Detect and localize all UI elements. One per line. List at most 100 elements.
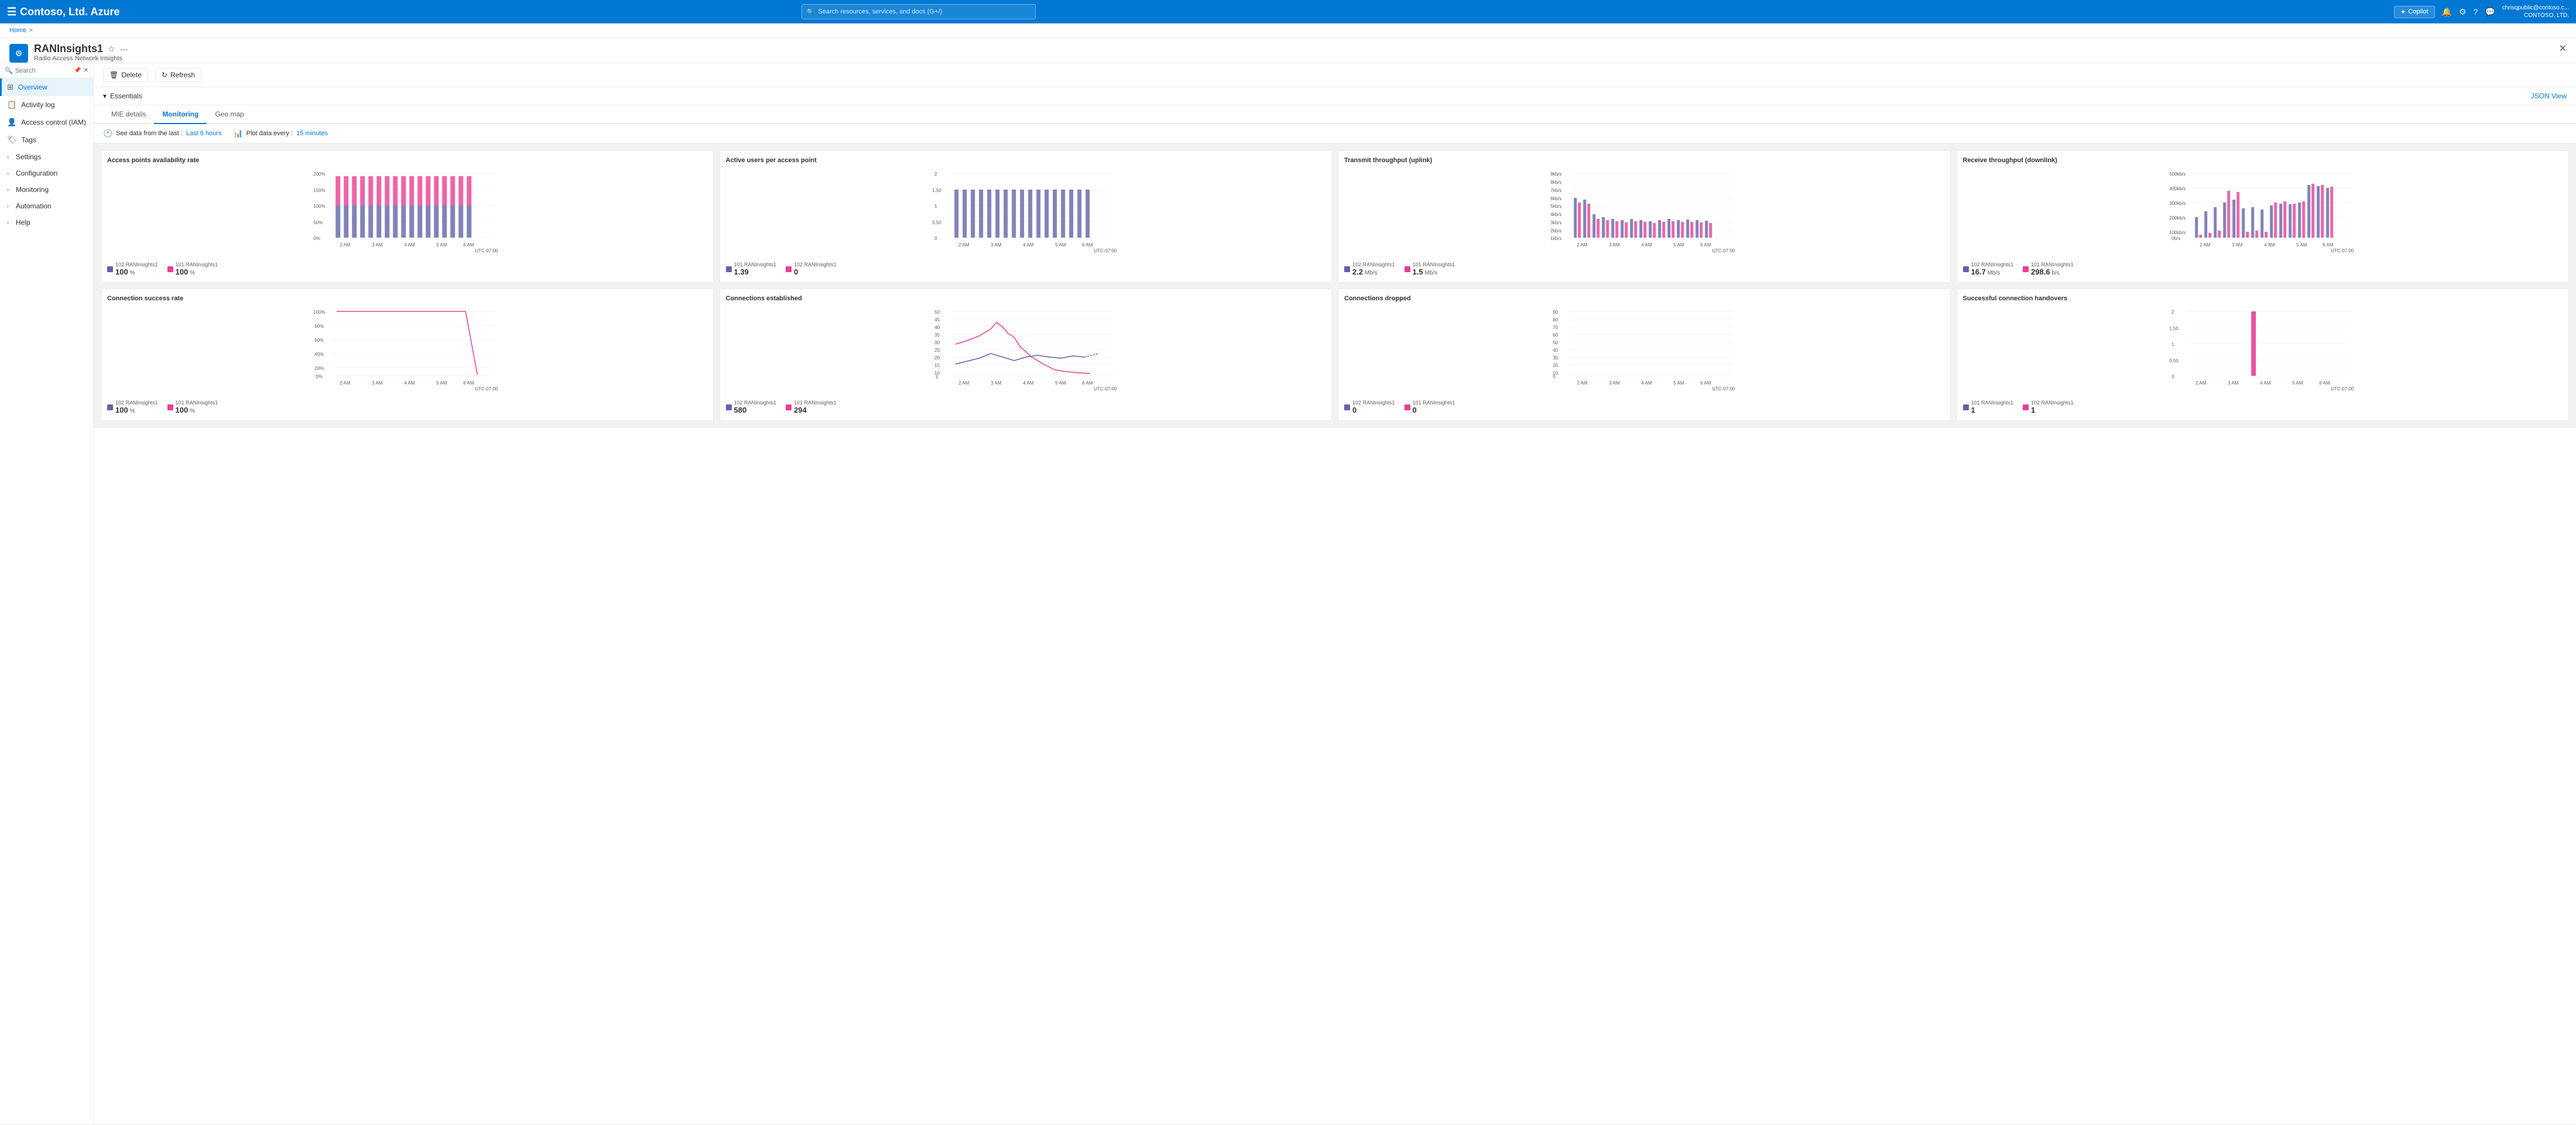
- legend-color-2-1: [1405, 266, 1410, 272]
- svg-text:20%: 20%: [314, 366, 324, 371]
- legend-val-0-1: 100: [176, 267, 189, 276]
- copilot-label: Copilot: [2408, 8, 2428, 15]
- star-icon[interactable]: ☆: [108, 44, 115, 54]
- sidebar-search-close[interactable]: ✕: [84, 67, 88, 74]
- legend-item-2-1: 101 RANInsights1 1.5 Mb/s: [1405, 262, 1455, 276]
- sidebar-item-help[interactable]: › Help: [0, 214, 93, 231]
- svg-text:4kb/s: 4kb/s: [1550, 212, 1561, 217]
- sidebar-label-overview: Overview: [18, 83, 47, 91]
- sidebar-search-input[interactable]: [15, 67, 71, 74]
- sidebar-label-settings: Settings: [16, 153, 41, 161]
- legend-color-7-1: [2023, 404, 2029, 410]
- svg-text:50: 50: [934, 310, 940, 315]
- legend-4: 102 RANInsights1 100 % 101 RANInsights1 …: [107, 396, 707, 414]
- sidebar-item-overview[interactable]: ⊞ Overview: [0, 78, 93, 96]
- legend-val-6-1: 0: [1413, 406, 1417, 414]
- toolbar: 🗑 Delete ↻ Refresh: [94, 63, 2576, 87]
- svg-text:UTC-07:00: UTC-07:00: [2331, 248, 2354, 253]
- plot-data-value[interactable]: 15 minutes: [296, 130, 328, 137]
- sidebar-label-automation: Automation: [16, 202, 52, 210]
- sidebar-search-pin[interactable]: 📌: [74, 67, 81, 74]
- delete-button[interactable]: 🗑 Delete: [103, 68, 148, 82]
- tab-monitoring[interactable]: Monitoring: [154, 105, 207, 124]
- chart-active-users: Active users per access point 2 1.50 1 0…: [720, 150, 1332, 283]
- svg-text:50%: 50%: [313, 220, 323, 225]
- legend-2: 102 RANInsights1 2.2 Mb/s 101 RANInsight…: [1344, 258, 1944, 276]
- svg-text:30: 30: [934, 340, 940, 345]
- svg-text:3 AM: 3 AM: [2228, 380, 2239, 386]
- plot-data-label: Plot data every :: [246, 130, 293, 137]
- breadcrumb: Home >: [0, 23, 2576, 38]
- legend-color-6-0: [1344, 404, 1350, 410]
- svg-text:6 AM: 6 AM: [1082, 242, 1093, 248]
- tab-mie-details[interactable]: MIE details: [103, 105, 154, 124]
- breadcrumb-sep: >: [29, 27, 32, 34]
- see-data-value[interactable]: Last 6 hours: [186, 130, 222, 137]
- refresh-button[interactable]: ↻ Refresh: [155, 68, 201, 82]
- sidebar-item-tags[interactable]: 🏷 Tags: [0, 131, 93, 149]
- resource-subtitle: Radio Access Network Insights: [34, 55, 128, 62]
- svg-text:3 AM: 3 AM: [1609, 380, 1620, 386]
- legend-val-1-0: 1.39: [734, 267, 749, 276]
- legend-color-4-0: [107, 404, 113, 410]
- json-view-link[interactable]: JSON View: [2531, 92, 2567, 100]
- tab-geo-map[interactable]: Geo map: [207, 105, 252, 124]
- sidebar-item-configuration[interactable]: › Configuration: [0, 165, 93, 181]
- chart-area-6: 90 80 70 60 50 40 30 20 10 0 2 AM 3 AM 4…: [1344, 306, 1944, 396]
- breadcrumb-home[interactable]: Home: [9, 27, 26, 34]
- legend-item-7-0: 101 RANInsights1 1: [1963, 400, 2014, 414]
- legend-unit-3-1: b/s: [2051, 270, 2059, 276]
- notifications-icon[interactable]: 🔔: [2442, 7, 2452, 17]
- svg-text:6 AM: 6 AM: [1082, 380, 1093, 386]
- content-area: 🗑 Delete ↻ Refresh ▾ Essentials JSON Vie…: [94, 63, 2576, 1124]
- legend-color-6-1: [1405, 404, 1410, 410]
- delete-label: Delete: [121, 71, 142, 79]
- sidebar-item-automation[interactable]: › Automation: [0, 198, 93, 214]
- chart-area-7: 2 1.50 1 0.50 0 2 AM 3 AM 4 AM 5 AM 6 AM…: [1963, 306, 2563, 396]
- chart-title-3: Receive throughput (downlink): [1963, 157, 2563, 164]
- configuration-expand-icon: ›: [7, 170, 9, 176]
- help-icon[interactable]: ?: [2474, 7, 2478, 16]
- user-info[interactable]: chrisqpublic@contoso.c... CONTOSO, LTD.: [2502, 4, 2569, 19]
- svg-text:5 AM: 5 AM: [436, 242, 447, 248]
- svg-text:50: 50: [1553, 340, 1558, 345]
- svg-text:100%: 100%: [313, 310, 325, 315]
- svg-text:0: 0: [934, 236, 937, 241]
- sidebar-item-activity-log[interactable]: 📋 Activity log: [0, 96, 93, 114]
- sidebar-item-monitoring[interactable]: › Monitoring: [0, 181, 93, 198]
- legend-3: 102 RANInsights1 16.7 Mb/s 101 RANInsigh…: [1963, 258, 2563, 276]
- svg-text:UTC-07:00: UTC-07:00: [475, 386, 498, 392]
- svg-text:2: 2: [2171, 310, 2174, 315]
- chart-area-5: 50 45 40 35 30 25 20 15 10 5: [726, 306, 1326, 396]
- legend-item-6-0: 102 RANInsights1 0: [1344, 400, 1395, 414]
- tab-mie-details-label: MIE details: [111, 110, 146, 118]
- svg-text:2 AM: 2 AM: [2195, 380, 2207, 386]
- close-icon[interactable]: ✕: [2559, 43, 2567, 54]
- top-bar: ☰ Contoso, Ltd. Azure 🔍 Search resources…: [0, 0, 2576, 23]
- top-bar-right: ✦ Copilot 🔔 ⚙ ? 💬 chrisqpublic@contoso.c…: [2394, 4, 2569, 19]
- svg-text:5 AM: 5 AM: [2292, 380, 2303, 386]
- svg-text:6kb/s: 6kb/s: [1550, 196, 1561, 201]
- legend-color-3-1: [2023, 266, 2029, 272]
- sidebar-item-access-control[interactable]: 👤 Access control (IAM): [0, 114, 93, 131]
- legend-5: 102 RANInsights1 580 101 RANInsights1 29…: [726, 396, 1326, 414]
- copilot-button[interactable]: ✦ Copilot: [2394, 6, 2434, 18]
- global-search[interactable]: 🔍 Search resources, services, and docs (…: [801, 4, 1036, 19]
- svg-text:4 AM: 4 AM: [1641, 242, 1652, 248]
- legend-unit-0-1: %: [190, 270, 195, 276]
- legend-item-4-0: 102 RANInsights1 100 %: [107, 400, 158, 414]
- feedback-icon[interactable]: 💬: [2485, 7, 2495, 17]
- plot-data-control: 📊 Plot data every : 15 minutes: [233, 129, 328, 138]
- more-options-icon[interactable]: ···: [120, 44, 128, 54]
- resource-header-actions: ✕: [2559, 43, 2567, 54]
- svg-text:0%: 0%: [316, 374, 323, 379]
- svg-text:2: 2: [934, 172, 937, 177]
- settings-icon[interactable]: ⚙: [2459, 7, 2467, 17]
- sidebar-item-settings[interactable]: › Settings: [0, 149, 93, 165]
- hamburger-icon[interactable]: ☰: [7, 6, 16, 18]
- essentials-toggle-icon[interactable]: ▾: [103, 92, 107, 100]
- chart-title-1: Active users per access point: [726, 157, 1326, 164]
- sidebar-label-access-control: Access control (IAM): [21, 118, 86, 126]
- svg-text:2 AM: 2 AM: [958, 242, 970, 248]
- svg-text:150%: 150%: [313, 188, 325, 193]
